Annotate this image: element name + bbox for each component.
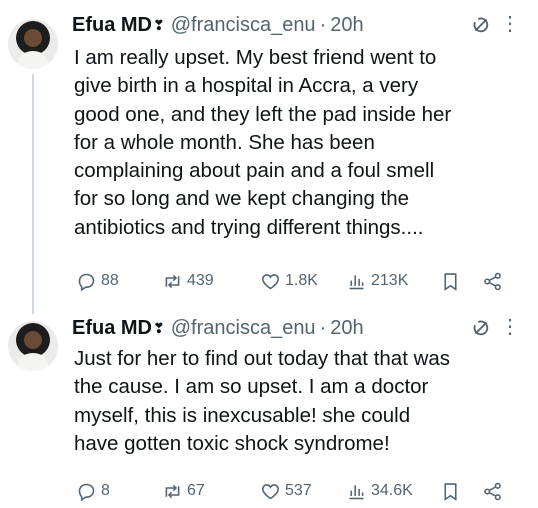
grok-icon[interactable]: [470, 317, 492, 339]
tweet-text-line: have gotten toxic shock syndrome!: [74, 431, 390, 455]
repost-count: 67: [187, 482, 205, 499]
tweet-text: I am really upset. My best friend went t…: [74, 44, 529, 242]
bookmark-button[interactable]: [440, 268, 461, 294]
action-bar: 88 439 1.8K 213K: [76, 268, 526, 294]
share-icon: [484, 482, 501, 500]
views-icon: [349, 484, 364, 499]
repost-count: 439: [187, 272, 214, 289]
repost-icon: [165, 274, 180, 288]
more-options-icon[interactable]: ⋮: [500, 316, 520, 338]
tweet-text: Just for her to find out today that that…: [74, 345, 529, 458]
reply-count: 8: [101, 482, 110, 499]
heart-badge-icon: ❣: [153, 319, 165, 336]
like-icon: [262, 273, 279, 289]
repost-icon: [165, 484, 180, 498]
action-bar: 8 67 537 34.6K: [76, 478, 526, 504]
like-button[interactable]: 1.8K: [260, 268, 318, 294]
tweet-text-line: myself, this is inexcusable! she could: [74, 403, 411, 427]
author-name[interactable]: Efua MD: [72, 14, 152, 37]
views-count: 34.6K: [371, 482, 413, 499]
author-handle[interactable]: @francisca_enu: [171, 14, 316, 37]
tweet-text-line: antibiotics and trying different things.…: [74, 215, 424, 239]
tweet-text-line: complaining about pain and a foul smell: [74, 159, 435, 183]
views-count: 213K: [371, 272, 409, 289]
reply-icon: [78, 483, 95, 501]
tweet-text-line: the cause. I am so upset. I am a doctor: [74, 375, 429, 399]
separator-dot: ·: [319, 316, 327, 339]
grok-icon[interactable]: [470, 14, 492, 36]
tweet-text-line: good one, and they left the pad inside h…: [74, 102, 452, 126]
views-button[interactable]: 213K: [346, 268, 408, 294]
author-handle[interactable]: @francisca_enu: [171, 317, 316, 340]
share-button[interactable]: [482, 478, 503, 504]
tweet-text-line: Just for her to find out today that that…: [74, 347, 451, 370]
separator-dot: ·: [319, 13, 327, 36]
tweet-text-line: for a whole month. She has been: [74, 130, 375, 154]
author-name[interactable]: Efua MD: [72, 317, 152, 340]
thread-line: [32, 74, 34, 314]
like-count: 1.8K: [285, 272, 318, 289]
like-button[interactable]: 537: [260, 478, 312, 504]
repost-button[interactable]: 439: [162, 268, 214, 294]
tweet[interactable]: Efua MD ❣ @francisca_enu · 20h ⋮ I am re…: [0, 0, 538, 314]
bookmark-icon: [444, 272, 457, 291]
reply-button[interactable]: 8: [76, 478, 110, 504]
like-icon: [262, 483, 279, 499]
more-options-icon[interactable]: ⋮: [500, 13, 520, 35]
heart-badge-icon: ❣: [153, 16, 165, 33]
share-button[interactable]: [482, 268, 503, 294]
timestamp[interactable]: 20h: [330, 317, 363, 340]
tweet-header: Efua MD ❣ @francisca_enu · 20h ⋮: [72, 315, 528, 341]
reply-button[interactable]: 88: [76, 268, 119, 294]
views-icon: [349, 274, 364, 289]
tweet-header: Efua MD ❣ @francisca_enu · 20h ⋮: [72, 12, 528, 38]
bookmark-icon: [444, 482, 457, 501]
reply-icon: [78, 273, 95, 291]
like-count: 537: [285, 482, 312, 499]
timestamp[interactable]: 20h: [330, 14, 363, 37]
views-button[interactable]: 34.6K: [346, 478, 413, 504]
repost-button[interactable]: 67: [162, 478, 205, 504]
tweet-text-line: for so long and we kept changing the: [74, 187, 410, 211]
tweet-text-line: I am really upset. My best friend went t…: [74, 46, 437, 69]
avatar[interactable]: [8, 19, 58, 69]
tweet-text-line: give birth in a hospital in Accra, a ver…: [74, 74, 419, 98]
tweet[interactable]: Efua MD ❣ @francisca_enu · 20h ⋮ Just fo…: [0, 308, 538, 508]
avatar[interactable]: [8, 321, 58, 371]
bookmark-button[interactable]: [440, 478, 461, 504]
reply-count: 88: [101, 272, 119, 289]
share-icon: [484, 272, 501, 290]
